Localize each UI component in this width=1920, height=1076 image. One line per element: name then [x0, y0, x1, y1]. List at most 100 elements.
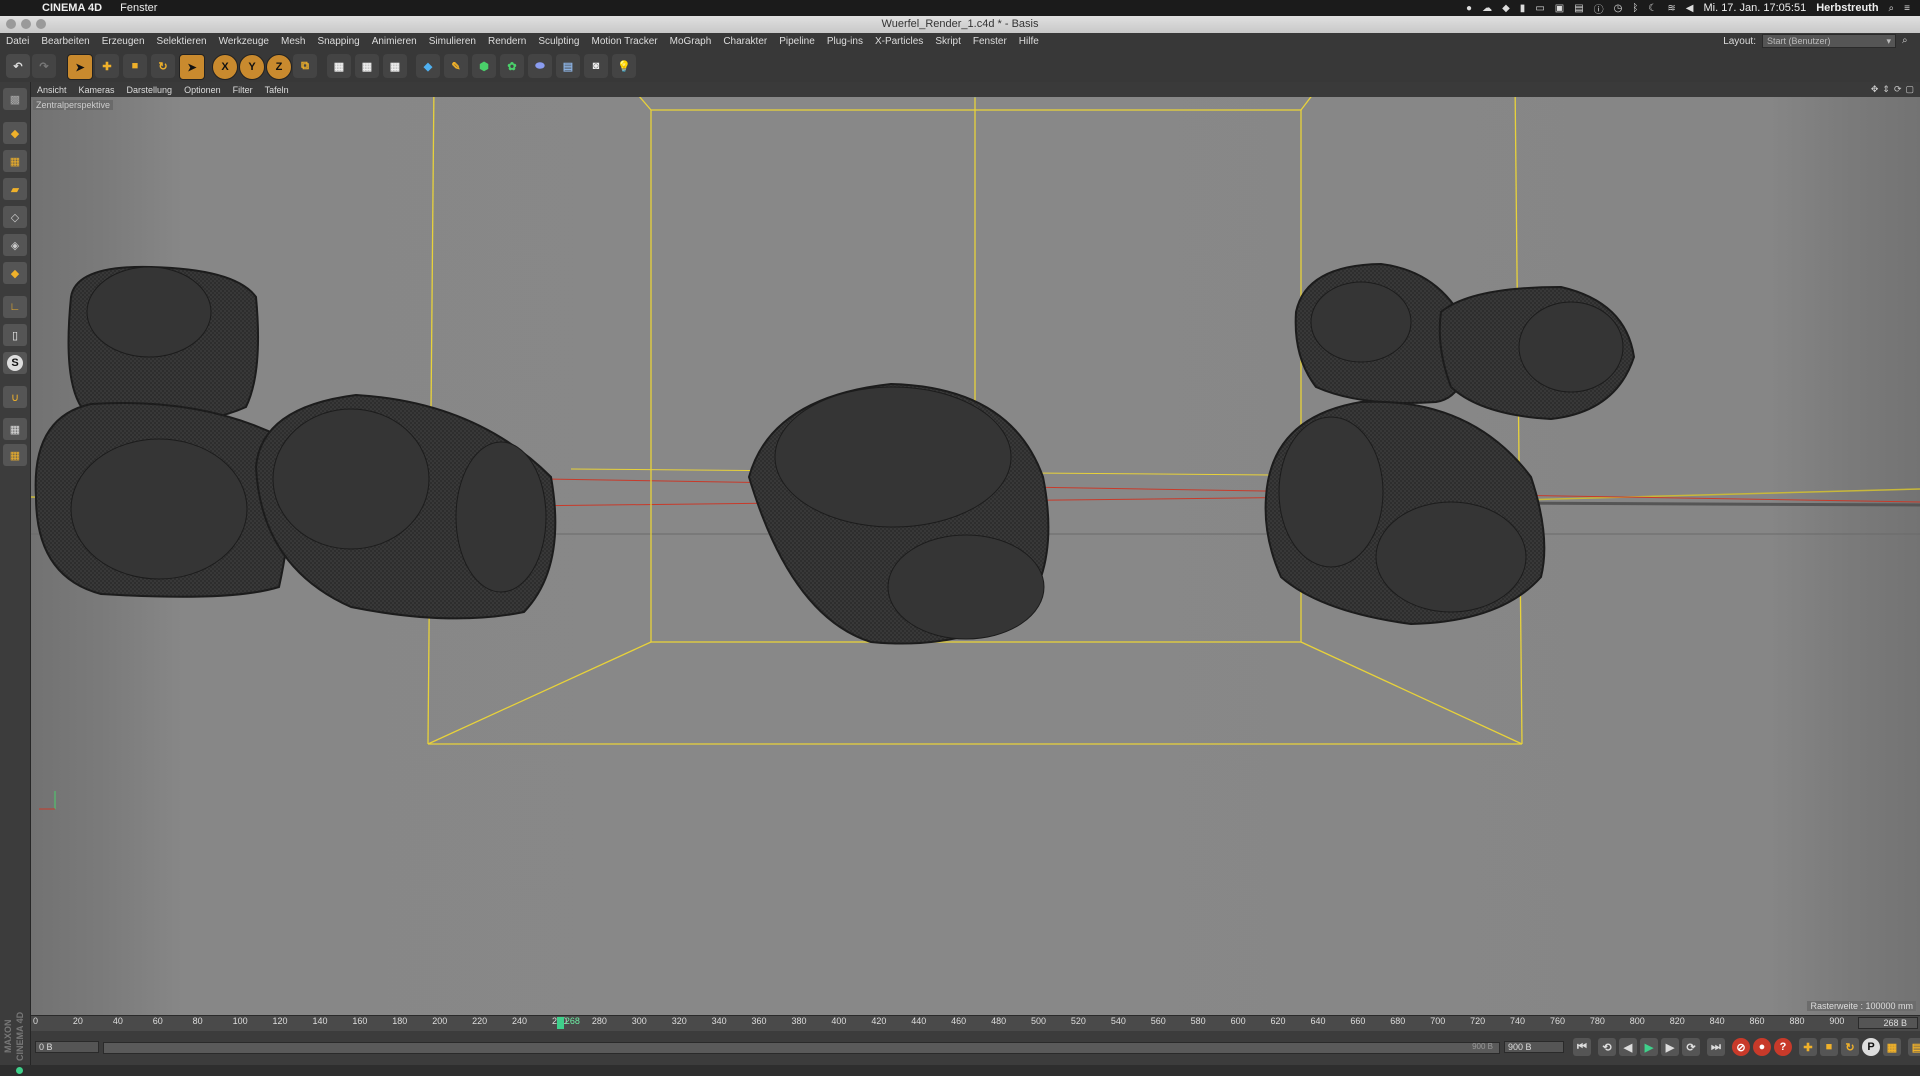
menu-selektieren[interactable]: Selektieren: [151, 36, 213, 47]
playhead[interactable]: [556, 1017, 564, 1029]
record-active-objects-button[interactable]: ⊘: [1732, 1038, 1750, 1056]
workplane-mode-button[interactable]: ▰: [3, 178, 27, 200]
go-to-start-button[interactable]: ⏮: [1573, 1038, 1591, 1056]
view-menu-darstellung[interactable]: Darstellung: [121, 85, 179, 95]
volume-icon[interactable]: ◀: [1686, 3, 1694, 14]
scale-tool-button[interactable]: ■: [123, 54, 147, 78]
edges-mode-button[interactable]: ◈: [3, 234, 27, 256]
workplane-lock-button[interactable]: ▦: [3, 418, 27, 440]
view-menu-ansicht[interactable]: Ansicht: [31, 85, 73, 95]
record-parameter-button[interactable]: P: [1862, 1038, 1880, 1056]
tweak-mode-button[interactable]: ▯: [3, 324, 27, 346]
cube-button[interactable]: ◆: [416, 54, 440, 78]
location-icon[interactable]: ●: [1466, 3, 1472, 14]
info-icon[interactable]: ⓘ: [1594, 1, 1604, 16]
menu-bearbeiten[interactable]: Bearbeiten: [35, 36, 95, 47]
bluetooth-icon[interactable]: ᛒ: [1632, 3, 1638, 14]
pan-view-icon[interactable]: ✥: [1871, 84, 1879, 95]
menu-snapping[interactable]: Snapping: [311, 36, 365, 47]
layout-dropdown[interactable]: Start (Benutzer): [1762, 34, 1896, 48]
display-icon[interactable]: ▭: [1535, 3, 1544, 14]
maximize-view-icon[interactable]: ▢: [1905, 84, 1914, 95]
record-point-level-button[interactable]: ▦: [1883, 1038, 1901, 1056]
magnet-button[interactable]: ∪: [3, 386, 27, 408]
render-settings-button[interactable]: ▦: [383, 54, 407, 78]
current-frame-field[interactable]: 268 B: [1858, 1017, 1918, 1029]
camera-button[interactable]: ◙: [584, 54, 608, 78]
rotate-view-icon[interactable]: ⟳: [1894, 84, 1902, 95]
airplay-icon[interactable]: ▣: [1555, 3, 1564, 14]
render-view-button[interactable]: ▦: [327, 54, 351, 78]
play-button[interactable]: ▶: [1640, 1038, 1658, 1056]
clock[interactable]: Mi. 17. Jan. 17:05:51: [1703, 2, 1806, 14]
rotate-tool-button[interactable]: ↻: [151, 54, 175, 78]
light-button[interactable]: 💡: [612, 54, 636, 78]
menu-motion-tracker[interactable]: Motion Tracker: [585, 36, 663, 47]
minimize-window-button[interactable]: [21, 19, 31, 29]
menu-skript[interactable]: Skript: [929, 36, 967, 47]
end-frame-field[interactable]: 900 B: [1504, 1041, 1564, 1053]
moon-icon[interactable]: ☾: [1648, 3, 1657, 14]
solo-button[interactable]: ▦: [3, 444, 27, 466]
menu-rendern[interactable]: Rendern: [482, 36, 532, 47]
record-rotation-button[interactable]: ↻: [1841, 1038, 1859, 1056]
record-scale-button[interactable]: ■: [1820, 1038, 1838, 1056]
start-frame-field[interactable]: 0 B: [35, 1041, 99, 1053]
record-position-button[interactable]: ✚: [1799, 1038, 1817, 1056]
close-window-button[interactable]: [6, 19, 16, 29]
autokeying-button[interactable]: ●: [1753, 1038, 1771, 1056]
polygons-mode-button[interactable]: ◆: [3, 262, 27, 284]
x-axis-button[interactable]: X: [212, 54, 238, 80]
live-selection-button[interactable]: ➤: [67, 54, 93, 80]
y-axis-button[interactable]: Y: [239, 54, 265, 80]
move-tool-button[interactable]: ✚: [95, 54, 119, 78]
menu-hilfe[interactable]: Hilfe: [1013, 36, 1045, 47]
next-keyframe-button[interactable]: ⟳: [1682, 1038, 1700, 1056]
menu-pipeline[interactable]: Pipeline: [773, 36, 821, 47]
time-machine-icon[interactable]: ◷: [1614, 3, 1623, 14]
menu-mesh[interactable]: Mesh: [275, 36, 311, 47]
mac-menu-fenster[interactable]: Fenster: [120, 2, 157, 14]
menu-plug-ins[interactable]: Plug-ins: [821, 36, 869, 47]
menu-erzeugen[interactable]: Erzeugen: [96, 36, 151, 47]
menu-mograph[interactable]: MoGraph: [664, 36, 718, 47]
menu-animieren[interactable]: Animieren: [366, 36, 423, 47]
texture-mode-button[interactable]: ▦: [3, 150, 27, 172]
z-axis-button[interactable]: Z: [266, 54, 292, 80]
coordinate-system-button[interactable]: ⧉: [293, 54, 317, 78]
keyframe-selection-button[interactable]: ?: [1774, 1038, 1792, 1056]
3d-viewport[interactable]: Zentralperspektive Rasterweite : 100000 …: [31, 97, 1920, 1015]
axis-mode-button[interactable]: ∟: [3, 296, 27, 318]
timeline-window-button[interactable]: ▤: [1908, 1038, 1920, 1056]
next-frame-button[interactable]: ▶: [1661, 1038, 1679, 1056]
snapping-button[interactable]: S: [3, 352, 27, 374]
menu-fenster[interactable]: Fenster: [967, 36, 1013, 47]
bookmark-icon[interactable]: ▮: [1520, 3, 1526, 14]
cloud-icon[interactable]: ☁: [1482, 3, 1492, 14]
zoom-window-button[interactable]: [36, 19, 46, 29]
subdivision-surface-button[interactable]: ⬢: [472, 54, 496, 78]
redo-button[interactable]: ↷: [32, 54, 56, 78]
render-picture-viewer-button[interactable]: ▦: [355, 54, 379, 78]
preview-range-slider[interactable]: 900 B: [103, 1042, 1500, 1054]
menu-charakter[interactable]: Charakter: [717, 36, 773, 47]
dropbox-icon[interactable]: ◆: [1502, 3, 1510, 14]
user-name[interactable]: Herbstreuth: [1816, 2, 1878, 14]
model-mode-button[interactable]: ◆: [3, 122, 27, 144]
menu-x-particles[interactable]: X-Particles: [869, 36, 929, 47]
search-icon[interactable]: ⌕: [1902, 36, 1912, 46]
notification-center-icon[interactable]: ≡: [1904, 3, 1910, 14]
make-editable-button[interactable]: ▩: [3, 88, 27, 110]
view-menu-filter[interactable]: Filter: [227, 85, 259, 95]
menu-datei[interactable]: Datei: [0, 36, 35, 47]
wifi-icon[interactable]: ≋: [1667, 3, 1675, 14]
spotlight-search-icon[interactable]: ⌕: [1889, 3, 1895, 14]
zoom-view-icon[interactable]: ⇕: [1882, 84, 1890, 95]
recent-tool-button[interactable]: ➤: [179, 54, 205, 80]
previous-keyframe-button[interactable]: ⟲: [1598, 1038, 1616, 1056]
timeline-ruler[interactable]: 0204060801001201401601802002202402602803…: [31, 1015, 1920, 1031]
menu-sculpting[interactable]: Sculpting: [532, 36, 585, 47]
floor-button[interactable]: ▤: [556, 54, 580, 78]
view-menu-kameras[interactable]: Kameras: [73, 85, 121, 95]
undo-button[interactable]: ↶: [6, 54, 30, 78]
